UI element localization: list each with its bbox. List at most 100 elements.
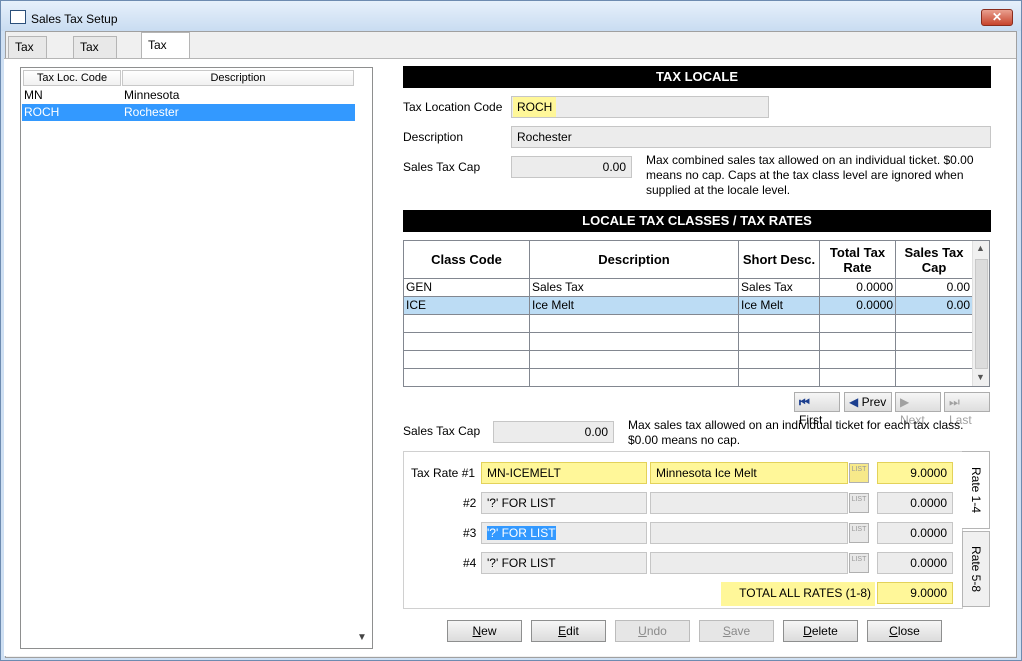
table-cell-short-desc[interactable]: Ice Melt — [739, 297, 820, 315]
locale-tax-classes-header: LOCALE TAX CLASSES / TAX RATES — [403, 210, 991, 232]
list-item-code: ROCH — [24, 105, 60, 119]
list-header-code[interactable]: Tax Loc. Code — [23, 70, 121, 86]
table-cell-empty[interactable] — [896, 333, 973, 351]
table-cell-empty[interactable] — [404, 369, 530, 387]
column-header-short-desc[interactable]: Short Desc. — [739, 241, 820, 279]
description-field[interactable]: Rochester — [511, 126, 991, 148]
list-item-description: Rochester — [124, 105, 179, 119]
tax-rate-4-value-field: 0.0000 — [877, 552, 953, 574]
scrollbar-thumb[interactable] — [975, 259, 988, 369]
close-button[interactable]: Close — [867, 620, 942, 642]
last-icon: ⏭ — [949, 395, 960, 409]
close-window-button[interactable]: ✕ — [981, 9, 1013, 26]
delete-button[interactable]: Delete — [783, 620, 858, 642]
list-lookup-icon[interactable]: LIST — [849, 523, 869, 543]
tax-rate-2-label: #2 — [463, 496, 477, 510]
tax-rate-3-value-field: 0.0000 — [877, 522, 953, 544]
table-cell-empty[interactable] — [820, 315, 896, 333]
edit-button[interactable]: Edit — [531, 620, 606, 642]
list-lookup-icon[interactable]: LIST — [849, 463, 869, 483]
table-cell-class-code[interactable]: GEN — [404, 279, 530, 297]
table-cell-empty[interactable] — [896, 351, 973, 369]
tax-location-code-field[interactable]: ROCH — [511, 96, 769, 118]
table-cell-empty[interactable] — [820, 369, 896, 387]
list-lookup-icon[interactable]: LIST — [849, 553, 869, 573]
new-button[interactable]: New — [447, 620, 522, 642]
undo-button[interactable]: Undo — [615, 620, 690, 642]
table-cell-empty[interactable] — [739, 369, 820, 387]
prev-icon: ◀ — [849, 395, 859, 409]
class-sales-tax-cap-field[interactable]: 0.00 — [493, 421, 614, 443]
tab-rate-1-4-label: Rate 1-4 — [968, 466, 983, 514]
tax-rate-4-label: #4 — [463, 556, 477, 570]
tax-classes-grid[interactable]: Class Code Description Short Desc. Total… — [403, 240, 990, 387]
scroll-up-icon[interactable]: ▲ — [976, 243, 985, 253]
locale-list[interactable]: Tax Loc. Code Description MN Minnesota R… — [20, 67, 373, 649]
tax-rate-1-code-field[interactable]: MN-ICEMELT — [481, 462, 647, 484]
table-cell-empty[interactable] — [820, 351, 896, 369]
tax-rate-3-description-field — [650, 522, 848, 544]
first-button[interactable]: ⏮ First — [794, 392, 840, 427]
table-cell-empty[interactable] — [820, 333, 896, 351]
table-cell-description[interactable]: Ice Melt — [530, 297, 739, 315]
table-cell-cap[interactable]: 0.00 — [896, 297, 973, 315]
total-all-rates-field: 9.0000 — [877, 582, 953, 604]
tab-rate-5-8[interactable]: Rate 5-8 — [962, 531, 990, 607]
app-icon — [10, 10, 26, 24]
table-cell-short-desc[interactable]: Sales Tax — [739, 279, 820, 297]
table-cell-empty[interactable] — [530, 351, 739, 369]
tab-tax-rate[interactable]: Tax Rate — [8, 36, 48, 74]
tab-rate-1-4[interactable]: Rate 1-4 — [962, 451, 990, 529]
sales-tax-cap-note: Max combined sales tax allowed on an ind… — [646, 153, 974, 197]
table-cell-total-rate[interactable]: 0.0000 — [820, 297, 896, 315]
prev-button[interactable]: ◀ Prev — [844, 392, 892, 412]
table-cell-empty[interactable] — [739, 351, 820, 369]
list-item-selected[interactable]: ROCH Rochester — [22, 104, 355, 121]
title-bar[interactable]: Sales Tax Setup ✕ — [1, 1, 1021, 31]
tax-rate-1-value-field: 9.0000 — [877, 462, 953, 484]
table-cell-empty[interactable] — [896, 315, 973, 333]
tab-rate-5-8-label: Rate 5-8 — [969, 545, 983, 593]
tax-locale-header: TAX LOCALE — [403, 66, 991, 88]
table-cell-empty[interactable] — [739, 315, 820, 333]
table-cell-description[interactable]: Sales Tax — [530, 279, 739, 297]
tax-rate-2-value-field: 0.0000 — [877, 492, 953, 514]
save-button[interactable]: Save — [699, 620, 774, 642]
tax-rate-2-description-field — [650, 492, 848, 514]
table-cell-empty[interactable] — [739, 333, 820, 351]
list-item[interactable]: MN Minnesota — [22, 87, 355, 104]
tax-rate-2-code-field[interactable]: '?' FOR LIST — [481, 492, 647, 514]
next-icon: ▶ — [900, 395, 910, 409]
table-cell-empty[interactable] — [896, 369, 973, 387]
table-cell-class-code[interactable]: ICE — [404, 297, 530, 315]
table-cell-cap[interactable]: 0.00 — [896, 279, 973, 297]
table-cell-empty[interactable] — [530, 315, 739, 333]
column-header-sales-tax-cap[interactable]: Sales Tax Cap — [896, 241, 973, 279]
total-all-rates-label: TOTAL ALL RATES (1-8) — [721, 582, 875, 606]
tab-tax-locale[interactable]: Tax Locale — [141, 32, 191, 76]
table-cell-empty[interactable] — [404, 315, 530, 333]
tax-rate-3-code-field[interactable]: '?' FOR LIST — [481, 522, 647, 544]
table-cell-empty[interactable] — [530, 333, 739, 351]
sales-tax-cap-field[interactable]: 0.00 — [511, 156, 632, 178]
table-cell-empty[interactable] — [404, 333, 530, 351]
sales-tax-cap-label: Sales Tax Cap — [403, 160, 481, 174]
tax-location-code-label: Tax Location Code — [403, 100, 503, 114]
list-header-description[interactable]: Description — [122, 70, 354, 86]
prev-label: Prev — [861, 395, 887, 409]
table-cell-empty[interactable] — [404, 351, 530, 369]
tab-tax-class[interactable]: Tax Class — [73, 36, 117, 74]
next-button[interactable]: ▶ Next — [895, 392, 941, 427]
list-lookup-icon[interactable]: LIST — [849, 493, 869, 513]
table-cell-empty[interactable] — [530, 369, 739, 387]
scroll-down-icon[interactable]: ▼ — [976, 372, 985, 382]
table-cell-total-rate[interactable]: 0.0000 — [820, 279, 896, 297]
column-header-description[interactable]: Description — [530, 241, 739, 279]
column-header-class-code[interactable]: Class Code — [404, 241, 530, 279]
scroll-down-icon[interactable]: ▼ — [357, 632, 367, 643]
column-header-total-tax-rate[interactable]: Total Tax Rate — [820, 241, 896, 279]
grid-scrollbar[interactable]: ▲ ▼ — [972, 241, 989, 386]
tax-rate-4-code-field[interactable]: '?' FOR LIST — [481, 552, 647, 574]
last-button[interactable]: ⏭ Last — [944, 392, 990, 427]
class-sales-tax-cap-label: Sales Tax Cap — [403, 424, 481, 438]
